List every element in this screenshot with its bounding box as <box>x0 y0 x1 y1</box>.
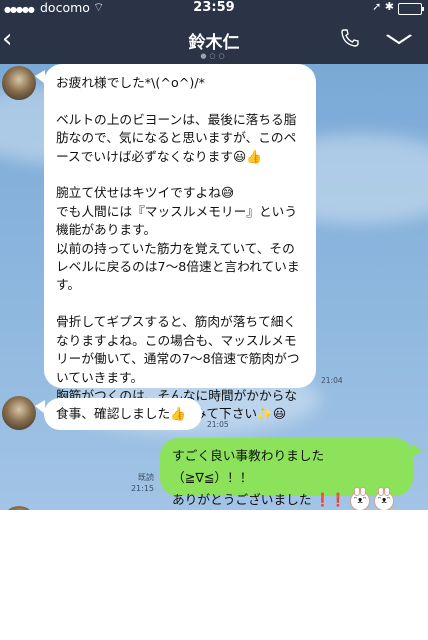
chat-area[interactable]: お疲れ様でした*\(^o^)/* ベルトの上のビヨーンは、最後に落ちる脂肪なので… <box>0 64 428 510</box>
rabbit-sticker-icon: ᵔᴥᵔ <box>374 486 395 510</box>
message-bubble[interactable]: すごく良い事教わりました（≧∇≦）！！ ありがとうございました ❗❗ ᵔᴥᵔ ᵔᴥᵔ <box>160 438 413 510</box>
message-bubble[interactable]: 食事、確認しました👍 <box>44 398 202 430</box>
message-time: 21:04 <box>321 376 343 385</box>
message-text: お疲れ様でした*\(^o^)/* ベルトの上のビヨーンは、最後に落ちる脂肪なので… <box>56 75 300 422</box>
battery-icon <box>398 3 424 15</box>
location-bluetooth-icons: ➚ ✱ <box>372 0 394 13</box>
message-time: 21:15 <box>130 484 154 493</box>
avatar[interactable] <box>2 66 36 100</box>
message-time: 21:05 <box>207 420 229 429</box>
chat-title: 鈴木仁 <box>188 33 240 53</box>
page-indicator: ●○○ <box>200 52 228 60</box>
chevron-down-icon[interactable] <box>386 26 413 51</box>
avatar-partial <box>2 506 36 510</box>
clock: 23:59 <box>193 0 235 15</box>
message-text-line1: すごく良い事教わりました（≧∇≦）！！ <box>172 448 325 485</box>
bubble-tail <box>412 444 422 458</box>
exclamation-icon: ❗❗ <box>314 492 347 507</box>
message-text: 食事、確認しました👍 <box>56 406 186 421</box>
message-text-line2: ありがとうございました <box>172 492 312 507</box>
phone-icon[interactable] <box>340 28 360 53</box>
read-label: 既読 <box>138 473 154 482</box>
rabbit-sticker-icon: ᵔᴥᵔ <box>350 486 371 510</box>
navigation-bar: ●●●●● docomo ⌔ 23:59 ➚ ✱ ‹ 鈴木仁 ●○○ <box>0 0 428 64</box>
read-receipt: 既読 21:15 <box>124 472 154 494</box>
message-text-line2-row: ありがとうございました ❗❗ ᵔᴥᵔ ᵔᴥᵔ <box>172 486 401 510</box>
message-bubble[interactable]: お疲れ様でした*\(^o^)/* ベルトの上のビヨーンは、最後に落ちる脂肪なので… <box>44 64 316 421</box>
status-bar: ●●●●● docomo ⌔ 23:59 ➚ ✱ <box>0 0 428 18</box>
avatar[interactable] <box>2 396 36 430</box>
